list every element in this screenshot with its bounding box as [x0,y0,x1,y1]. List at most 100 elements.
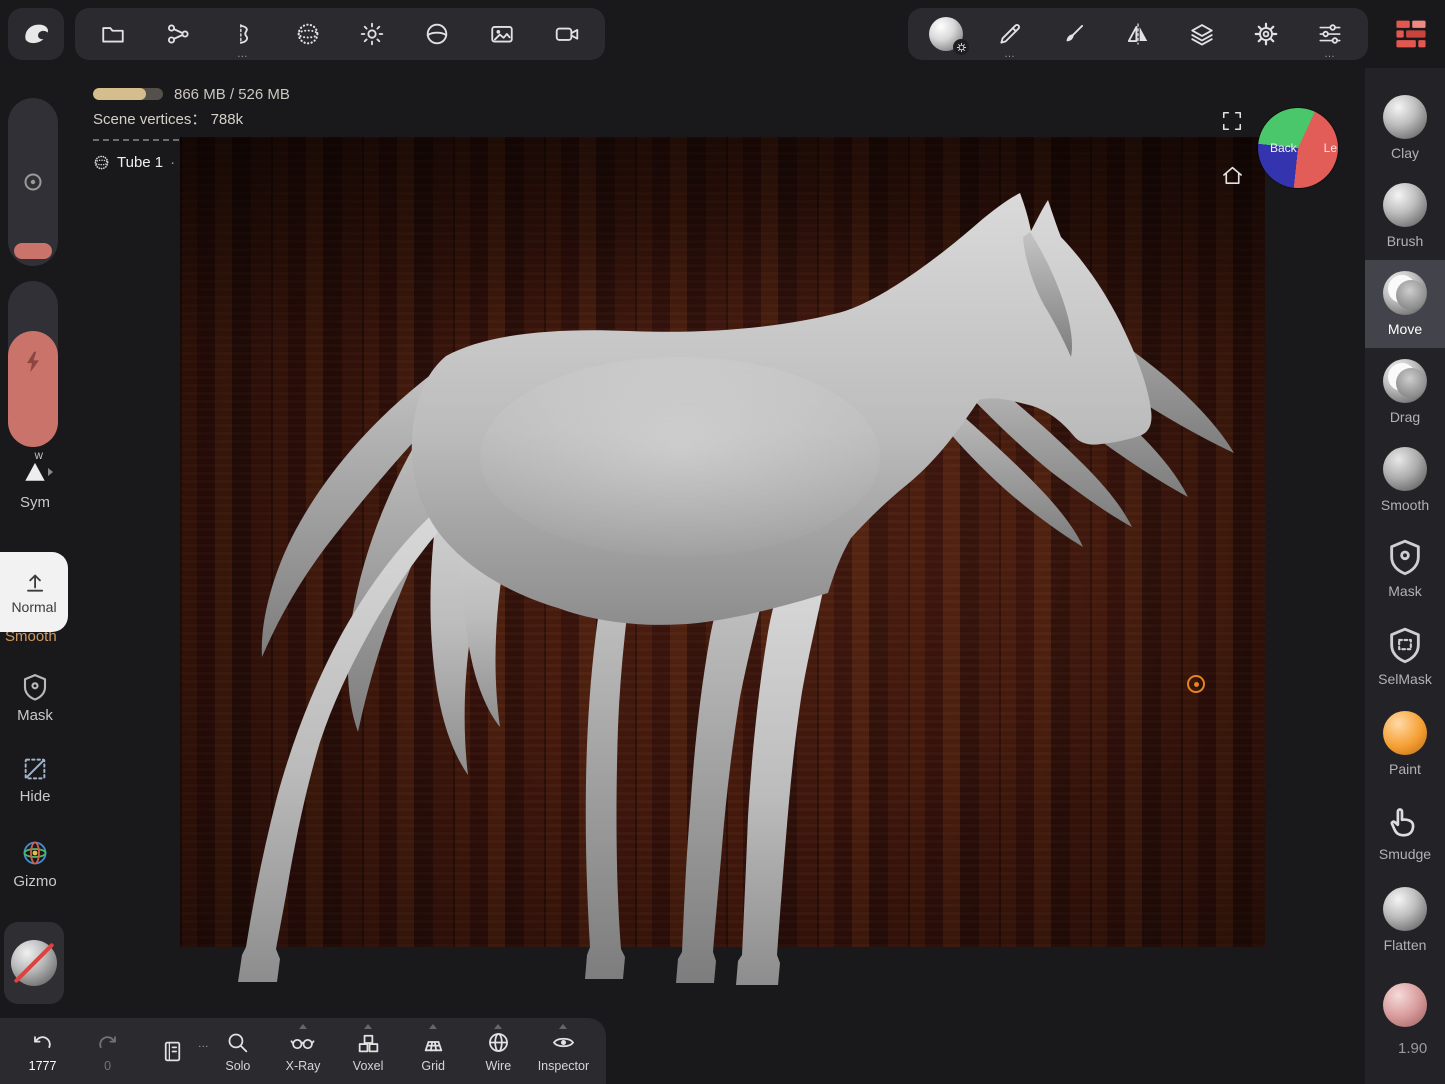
solo-button[interactable]: Solo [207,1030,269,1073]
xray-button[interactable]: X-Ray [272,1030,334,1073]
primitive-shape-button[interactable]: … [220,10,266,58]
adjust-button[interactable]: … [1307,10,1353,58]
more-options-dots: … [1324,49,1336,59]
tool-smooth[interactable]: Smooth [1365,436,1445,524]
intensity-radio-icon [21,170,45,194]
memory-usage-bar [93,88,163,100]
voxel-cubes-icon [356,1030,381,1055]
redo-count: 0 [104,1059,111,1073]
symmetry-mirror-icon [1125,21,1151,47]
symmetry-caret-icon [48,468,53,476]
multires-button[interactable] [1386,10,1436,58]
scene-graph-button[interactable] [155,10,201,58]
redo-button[interactable]: 0 [77,1030,139,1073]
lighting-button[interactable] [349,10,395,58]
tool-smudge[interactable]: Smudge [1365,788,1445,876]
home-view-button[interactable] [1219,162,1245,188]
grid-button[interactable]: Grid [402,1030,464,1073]
settings-button[interactable] [1243,10,1289,58]
wire-button[interactable]: Wire [467,1030,529,1073]
tool-flatten[interactable]: Flatten [1365,876,1445,964]
trackball-back-label: Back [1270,141,1297,155]
gizmo-button[interactable]: Gizmo [8,838,62,890]
redo-icon [95,1030,120,1055]
inspector-button[interactable]: Inspector [532,1030,594,1073]
history-button[interactable]: … [142,1039,204,1064]
tool-brush[interactable]: Brush [1365,172,1445,260]
stroke-mode-normal-button[interactable]: Normal [0,552,68,632]
smudge-finger-icon [1386,802,1424,840]
material-button[interactable] [414,10,460,58]
magnifier-icon [225,1030,250,1055]
move-sphere-icon [1383,271,1427,315]
radius-slider-fill[interactable] [8,331,58,447]
grid-icon [421,1030,446,1055]
brush-sphere-icon [1383,183,1427,227]
background-image-icon [489,21,515,47]
matcap-gear-badge [953,39,969,55]
drag-sphere-icon [1383,359,1427,403]
intensity-slider-fill[interactable] [14,243,52,259]
tool-sidebar: Clay Brush Move Drag Smooth Mask [1365,68,1445,1084]
wire-label: Wire [485,1059,511,1073]
hide-mode-button[interactable]: Hide [8,755,62,805]
selmask-shield-icon [1385,625,1425,665]
files-button[interactable] [90,10,136,58]
more-options-dots: … [237,49,249,59]
xray-label: X-Ray [286,1059,321,1073]
fullscreen-button[interactable] [1219,108,1245,134]
symmetry-label: Sym [20,494,50,511]
voxel-button[interactable]: Voxel [337,1030,399,1073]
tool-mask[interactable]: Mask [1365,524,1445,612]
flatten-sphere-icon [1383,887,1427,931]
adjust-sliders-icon [1317,21,1343,47]
layers-button[interactable] [1179,10,1225,58]
app-logo-button[interactable] [8,8,64,60]
camera-button[interactable] [544,10,590,58]
radius-bolt-icon [20,349,46,375]
submenu-caret-icon [559,1024,567,1029]
normal-label: Normal [11,599,56,615]
stroke-button[interactable]: … [987,10,1033,58]
tool-move[interactable]: Move [1365,260,1445,348]
red-slash-icon [13,942,54,983]
tool-paint[interactable]: Paint [1365,700,1445,788]
no-sculpt-sphere-icon [11,940,57,986]
undo-button[interactable]: 1777 [12,1030,74,1073]
symmetry-toggle-button[interactable]: W Sym [8,458,62,511]
tool-selmask[interactable]: SelMask [1365,612,1445,700]
memory-usage-fill [93,88,146,100]
symmetry-mode-label: W [35,451,44,461]
radius-slider[interactable] [8,281,58,447]
falloff-button[interactable] [1051,10,1097,58]
eye-icon [551,1030,576,1055]
tool-next-partial[interactable] [1365,964,1445,1052]
trackball-left-label: Le [1324,141,1337,155]
inspector-label: Inspector [538,1059,589,1073]
tool-drag[interactable]: Drag [1365,348,1445,436]
app-logo-icon [21,19,51,49]
mask-shield-icon [20,672,50,702]
submenu-caret-icon [364,1024,372,1029]
orientation-trackball[interactable]: Back Le [1258,108,1338,188]
mask-shield-icon [1385,537,1425,577]
glasses-icon [290,1030,315,1055]
paint-sphere-icon [1383,711,1427,755]
tool-clay[interactable]: Clay [1365,84,1445,172]
intensity-slider[interactable] [8,98,58,266]
lighting-sun-icon [359,21,385,47]
symmetry-button[interactable] [1115,10,1161,58]
settings-gear-icon [1253,21,1279,47]
solo-label: Solo [225,1059,250,1073]
topology-button[interactable] [285,10,331,58]
matcap-preview-button[interactable] [923,10,969,58]
no-sculpt-tool-button[interactable] [4,922,64,1004]
wire-sphere-icon [486,1030,511,1055]
background-button[interactable] [479,10,525,58]
voxel-label: Voxel [353,1059,384,1073]
submenu-caret-icon [494,1024,502,1029]
mask-mode-button[interactable]: Mask [8,672,62,724]
scene-toolbar: … [75,8,605,60]
viewport-background[interactable] [180,137,1265,947]
undo-icon [30,1030,55,1055]
